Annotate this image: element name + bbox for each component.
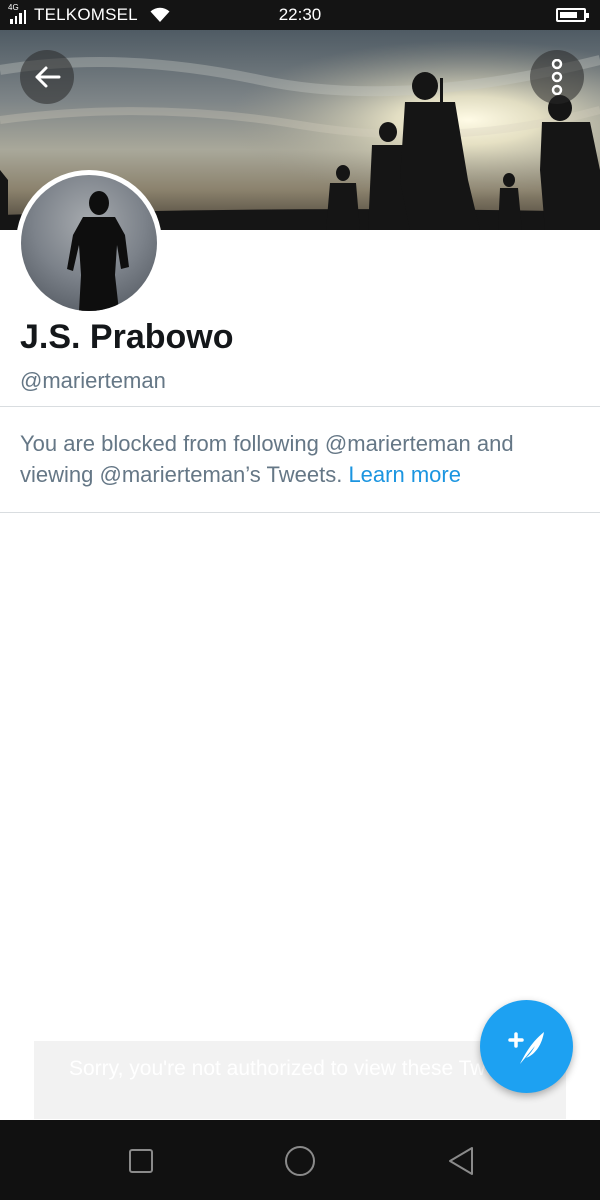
system-navigation-bar [0,1120,600,1200]
divider [0,406,600,407]
battery-level [560,12,577,18]
avatar[interactable] [16,170,162,316]
divider [0,512,600,513]
more-vertical-icon [551,59,563,95]
recent-apps-icon[interactable] [124,1144,158,1178]
avatar-image [21,175,157,311]
profile-handle: @marierteman [20,368,166,393]
status-bar: 4G TELKOMSEL 22:30 [0,0,600,30]
compose-tweet-icon [507,1031,544,1064]
blocked-message: You are blocked from following @marierte… [20,428,580,490]
more-options-button[interactable] [530,50,584,104]
battery-icon [556,8,589,22]
clock: 22:30 [278,5,322,24]
person-silhouette-icon [67,191,129,311]
arrow-left-icon [35,66,61,88]
profile-name: J.S. Prabowo [20,318,234,356]
back-triangle-icon[interactable] [444,1144,478,1178]
learn-more-link[interactable]: Learn more [348,462,461,487]
back-button[interactable] [20,50,74,104]
home-icon[interactable] [283,1144,317,1178]
compose-tweet-button[interactable] [480,1000,573,1093]
